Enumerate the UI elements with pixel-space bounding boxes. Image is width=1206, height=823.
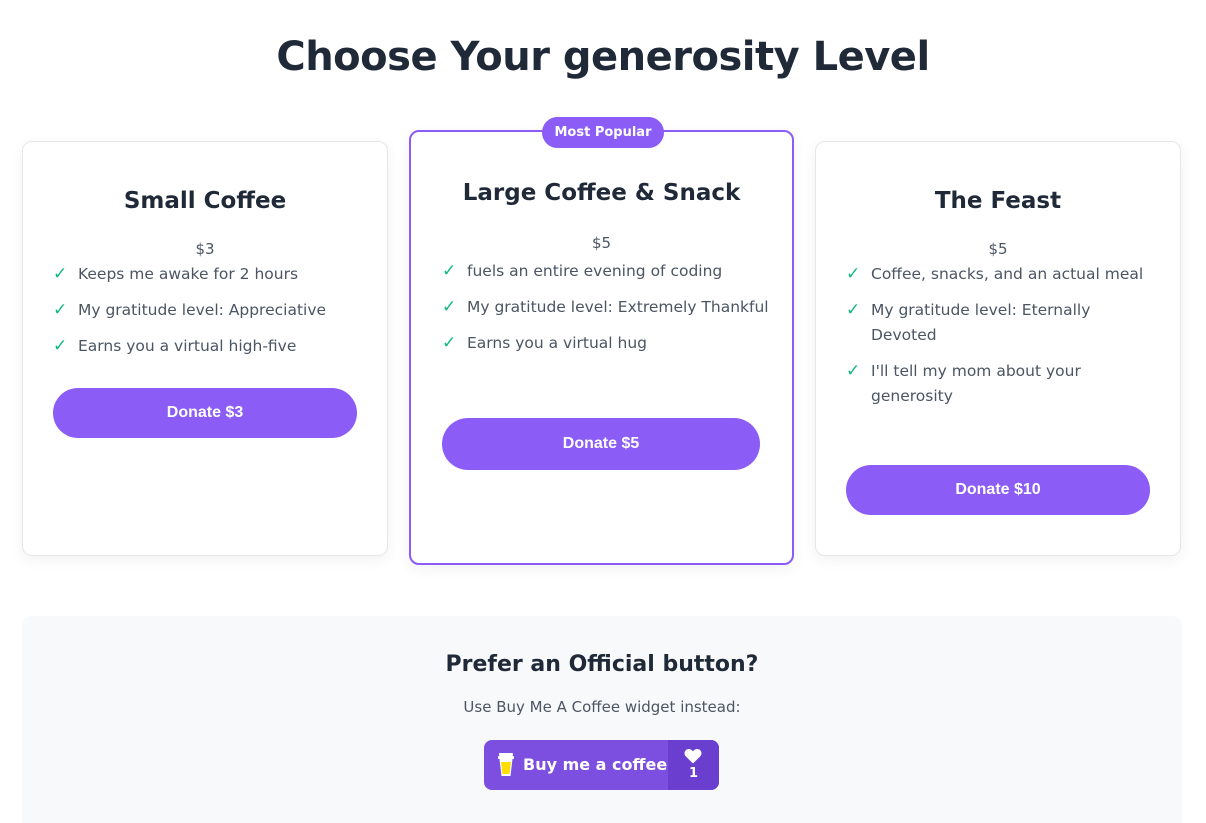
tier-title: Small Coffee (123, 188, 287, 214)
check-icon: ✓ (846, 264, 861, 284)
most-popular-badge: Most Popular (542, 117, 664, 148)
count-value: 1 (688, 766, 699, 781)
feature-item: ✓ Earns you a virtual high-five (53, 334, 367, 359)
tier-price: $5 (988, 240, 1008, 258)
feature-item: ✓ My gratitude level: Extremely Thankful (442, 295, 772, 320)
heart-icon (684, 749, 702, 764)
feature-text: fuels an entire evening of coding (467, 262, 723, 280)
feature-text: I'll tell my mom about your generosity (871, 362, 1081, 405)
check-icon: ✓ (442, 297, 457, 317)
donate-3-button[interactable]: Donate $3 (53, 388, 357, 438)
buy-me-a-coffee-widget[interactable]: Buy me a coffee 1 (484, 740, 719, 790)
widget-label: Buy me a coffee (523, 755, 668, 774)
feature-item: ✓ My gratitude level: Eternally Devoted (846, 298, 1160, 348)
check-icon: ✓ (53, 336, 68, 356)
feature-item: ✓ Earns you a virtual hug (442, 331, 772, 356)
tier-title: Large Coffee & Snack (462, 180, 741, 206)
feature-text: Earns you a virtual high-five (78, 337, 297, 355)
feature-text: My gratitude level: Eternally Devoted (871, 301, 1091, 344)
check-icon: ✓ (53, 300, 68, 320)
tier-card-small-coffee: Small Coffee $3 ✓ Keeps me awake for 2 h… (22, 141, 388, 556)
tier-title: The Feast (934, 188, 1062, 214)
check-icon: ✓ (846, 300, 861, 320)
page-title: Choose Your generosity Level (276, 34, 930, 80)
feature-list: ✓ Keeps me awake for 2 hours ✓ My gratit… (53, 262, 367, 370)
tier-price: $3 (195, 240, 215, 258)
feature-list: ✓ fuels an entire evening of coding ✓ My… (442, 259, 772, 367)
official-button-section: Prefer an Official button? Use Buy Me A … (22, 616, 1182, 823)
pricing-page: Choose Your generosity Level Small Coffe… (0, 0, 1206, 823)
official-title: Prefer an Official button? (445, 652, 759, 677)
feature-item: ✓ My gratitude level: Appreciative (53, 298, 367, 323)
tier-card-the-feast: The Feast $5 ✓ Coffee, snacks, and an ac… (815, 141, 1181, 556)
feature-text: My gratitude level: Appreciative (78, 301, 327, 319)
feature-text: Earns you a virtual hug (467, 334, 648, 352)
check-icon: ✓ (846, 361, 861, 381)
feature-text: Coffee, snacks, and an actual meal (871, 265, 1144, 283)
supporter-count: 1 (668, 740, 719, 790)
feature-text: Keeps me awake for 2 hours (78, 265, 299, 283)
donate-10-button[interactable]: Donate $10 (846, 465, 1150, 515)
donate-5-button[interactable]: Donate $5 (442, 418, 760, 470)
feature-item: ✓ Coffee, snacks, and an actual meal (846, 262, 1160, 287)
tier-price: $5 (591, 234, 612, 252)
feature-item: ✓ Keeps me awake for 2 hours (53, 262, 367, 287)
tier-card-large-coffee-snack: Most Popular Large Coffee & Snack $5 ✓ f… (409, 117, 794, 565)
official-subtitle: Use Buy Me A Coffee widget instead: (463, 698, 741, 716)
coffee-cup-icon (498, 753, 514, 776)
feature-list: ✓ Coffee, snacks, and an actual meal ✓ M… (846, 262, 1160, 420)
feature-item: ✓ I'll tell my mom about your generosity (846, 359, 1160, 409)
feature-item: ✓ fuels an entire evening of coding (442, 259, 772, 284)
buy-me-a-coffee-button[interactable]: Buy me a coffee (484, 740, 668, 790)
check-icon: ✓ (442, 261, 457, 281)
check-icon: ✓ (53, 264, 68, 284)
feature-text: My gratitude level: Extremely Thankful (467, 298, 769, 316)
check-icon: ✓ (442, 333, 457, 353)
